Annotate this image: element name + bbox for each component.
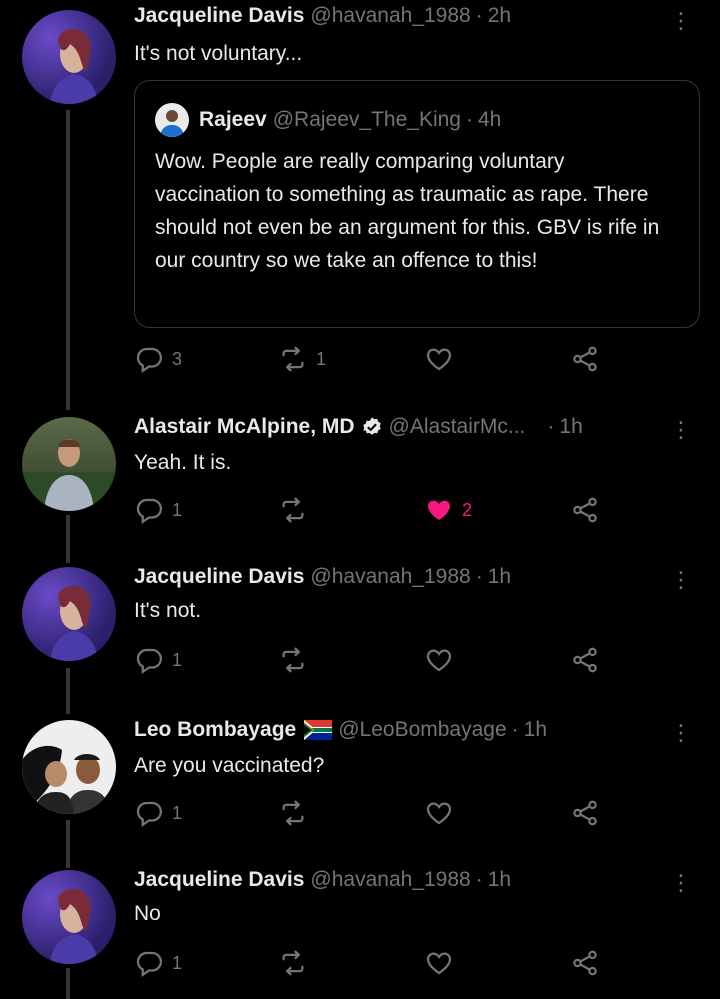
retweet-button[interactable] <box>278 948 308 978</box>
separator: · <box>511 718 519 741</box>
share-icon <box>570 948 600 978</box>
retweet-icon <box>278 798 308 828</box>
avatar[interactable] <box>22 567 116 661</box>
reply-icon <box>134 495 164 525</box>
share-button[interactable] <box>570 495 600 525</box>
timestamp[interactable]: 1h <box>559 415 582 439</box>
reply-button[interactable]: 1 <box>134 645 182 675</box>
separator: · <box>475 565 483 588</box>
share-icon <box>570 798 600 828</box>
heart-icon <box>424 948 454 978</box>
retweet-count: 1 <box>316 348 327 369</box>
like-button[interactable] <box>424 344 462 374</box>
retweet-button[interactable] <box>278 798 308 828</box>
share-icon <box>570 344 600 374</box>
avatar[interactable] <box>22 720 116 814</box>
like-button[interactable]: 2 <box>424 495 472 525</box>
like-count: 2 <box>462 499 473 520</box>
share-icon <box>570 645 600 675</box>
avatar <box>155 103 189 137</box>
retweet-button[interactable] <box>278 645 308 675</box>
separator: · <box>465 108 473 131</box>
tweet[interactable]: Jacqueline Davis @havanah_1988 · 1h ⋮ It… <box>0 555 720 700</box>
more-vertical-icon[interactable]: ⋮ <box>670 872 692 894</box>
quote-timestamp: 4h <box>477 108 502 131</box>
author-handle[interactable]: @havanah_1988 <box>310 565 470 589</box>
retweet-icon <box>278 948 308 978</box>
like-button[interactable] <box>424 645 454 675</box>
reply-button[interactable]: 1 <box>134 495 182 525</box>
reply-count: 3 <box>172 348 183 369</box>
timestamp[interactable]: 1h <box>524 718 547 742</box>
author-handle[interactable]: @havanah_1988 <box>310 4 470 28</box>
more-vertical-icon[interactable]: ⋮ <box>670 10 692 32</box>
tweet[interactable]: Jacqueline Davis @havanah_1988 · 1h ⋮ No… <box>0 858 720 999</box>
more-vertical-icon[interactable]: ⋮ <box>670 419 692 441</box>
reply-count: 1 <box>172 649 183 670</box>
south-africa-flag-icon <box>304 720 333 740</box>
quote-author-handle: @Rajeev_The_King <box>272 108 461 131</box>
author-name[interactable]: Jacqueline Davis <box>134 4 304 28</box>
reply-icon <box>134 645 164 675</box>
heart-icon <box>424 645 454 675</box>
avatar[interactable] <box>22 10 116 104</box>
quote-author-name: Rajeev <box>199 108 267 131</box>
retweet-icon <box>278 495 308 525</box>
tweet-text: Are you vaccinated? <box>134 754 325 777</box>
retweet-icon <box>278 645 308 675</box>
timestamp[interactable]: 2h <box>488 4 511 28</box>
author-name[interactable]: Jacqueline Davis <box>134 565 304 589</box>
tweet[interactable]: Leo Bombayage @LeoBombayage · 1h ⋮ Are y… <box>0 708 720 853</box>
share-icon <box>570 495 600 525</box>
author-name[interactable]: Alastair McAlpine, MD <box>134 415 355 439</box>
tweet[interactable]: Alastair McAlpine, MD @AlastairMc... · 1… <box>0 405 720 550</box>
author-handle[interactable]: @AlastairMc... <box>389 415 526 439</box>
separator: · <box>475 868 483 891</box>
reply-count: 1 <box>172 499 183 520</box>
reply-icon <box>134 798 164 828</box>
tweet-text: It's not. <box>134 599 202 622</box>
share-button[interactable] <box>570 798 600 828</box>
heart-filled-icon <box>424 495 454 525</box>
reply-button[interactable]: 1 <box>134 798 182 828</box>
tweet[interactable]: Jacqueline Davis @havanah_1988 · 2h ⋮ It… <box>0 0 720 400</box>
separator: · <box>475 4 483 27</box>
retweet-icon <box>278 344 308 374</box>
tweet-text: No <box>134 902 161 925</box>
more-vertical-icon[interactable]: ⋮ <box>670 722 692 744</box>
heart-icon <box>424 798 454 828</box>
avatar[interactable] <box>22 417 116 511</box>
reply-icon <box>134 344 164 374</box>
reply-button[interactable]: 3 <box>134 344 182 374</box>
retweet-button[interactable]: 1 <box>278 344 326 374</box>
quote-text: Wow. People are really comparing volunta… <box>155 150 660 272</box>
reply-button[interactable]: 1 <box>134 948 182 978</box>
share-button[interactable] <box>570 344 600 374</box>
avatar[interactable] <box>22 870 116 964</box>
share-button[interactable] <box>570 948 600 978</box>
author-handle[interactable]: @havanah_1988 <box>310 868 470 892</box>
like-button[interactable] <box>424 948 454 978</box>
quoted-tweet[interactable]: Rajeev @Rajeev_The_King · 4h Wow. People… <box>134 80 700 328</box>
reply-icon <box>134 948 164 978</box>
separator: · <box>547 415 555 438</box>
author-name[interactable]: Leo Bombayage <box>134 718 296 742</box>
share-button[interactable] <box>570 645 600 675</box>
author-name[interactable]: Jacqueline Davis <box>134 868 304 892</box>
author-handle[interactable]: @LeoBombayage <box>338 718 506 742</box>
verified-badge-icon <box>362 417 381 435</box>
reply-count: 1 <box>172 802 183 823</box>
reply-count: 1 <box>172 952 183 973</box>
more-vertical-icon[interactable]: ⋮ <box>670 569 692 591</box>
timestamp[interactable]: 1h <box>488 565 511 589</box>
like-button[interactable] <box>424 798 454 828</box>
retweet-button[interactable] <box>278 495 316 525</box>
heart-icon <box>424 344 454 374</box>
timestamp[interactable]: 1h <box>488 868 511 892</box>
tweet-text: It's not voluntary... <box>134 42 303 65</box>
tweet-text: Yeah. It is. <box>134 451 232 474</box>
